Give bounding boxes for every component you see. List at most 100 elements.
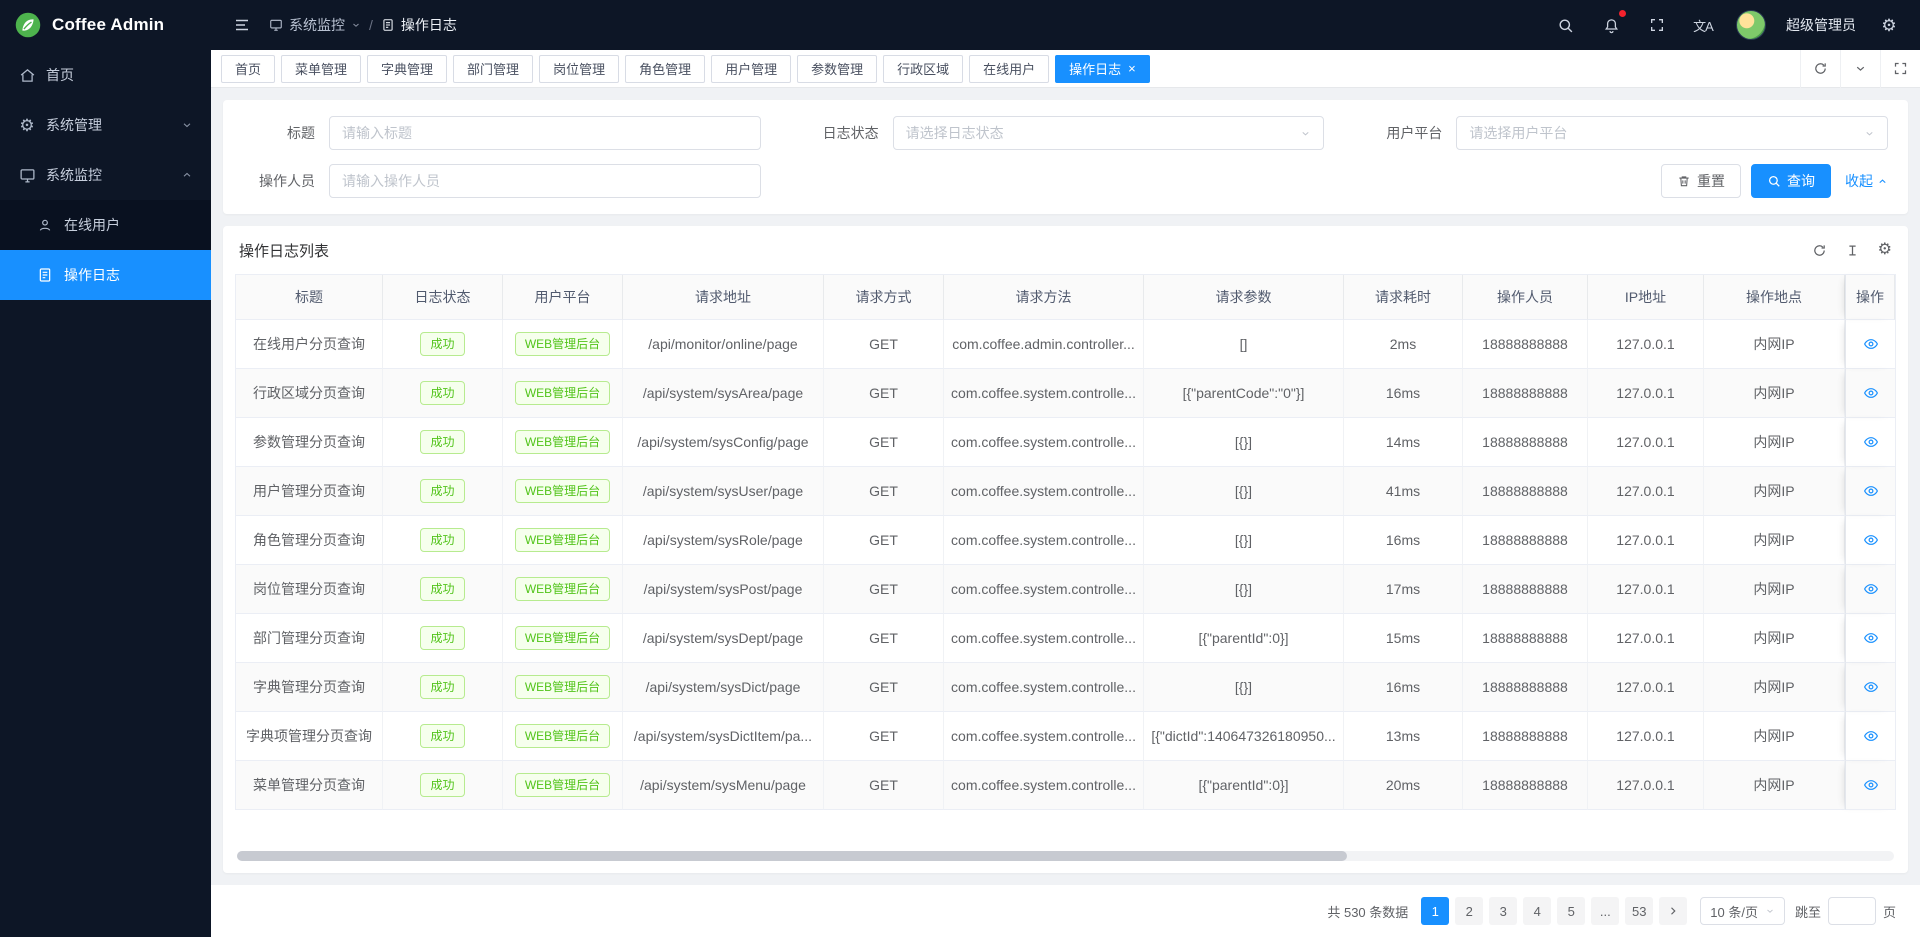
page-button[interactable]: 5 bbox=[1557, 897, 1585, 925]
cell-platform: WEB管理后台 bbox=[503, 663, 623, 712]
view-detail-eye-button[interactable] bbox=[1863, 777, 1879, 793]
cell-params: [{}] bbox=[1144, 516, 1344, 565]
tab[interactable]: 参数管理 × bbox=[797, 55, 877, 83]
settings-gear-icon[interactable]: ⚙ bbox=[1876, 12, 1902, 38]
view-detail-eye-button[interactable] bbox=[1863, 630, 1879, 646]
tab[interactable]: 在线用户 × bbox=[969, 55, 1049, 83]
page-ellipsis[interactable]: ... bbox=[1591, 897, 1619, 925]
platform-select[interactable]: 请选择用户平台 bbox=[1456, 116, 1888, 150]
view-detail-eye-button[interactable] bbox=[1863, 581, 1879, 597]
next-page-button[interactable] bbox=[1659, 897, 1687, 925]
table-refresh-icon[interactable] bbox=[1812, 243, 1827, 258]
tab[interactable]: 用户管理 × bbox=[711, 55, 791, 83]
content-fullscreen-icon[interactable] bbox=[1880, 50, 1920, 88]
tab-label: 字典管理 bbox=[381, 59, 433, 78]
page-button[interactable]: 2 bbox=[1455, 897, 1483, 925]
cell-params: [{"dictId":140647326180950... bbox=[1144, 712, 1344, 761]
chevron-down-icon bbox=[1300, 128, 1311, 139]
page-button[interactable]: 3 bbox=[1489, 897, 1517, 925]
cell-title: 角色管理分页查询 bbox=[236, 516, 383, 565]
collapse-toggle[interactable]: 收起 bbox=[1845, 171, 1888, 191]
page-size-select[interactable]: 10 条/页 bbox=[1700, 897, 1785, 925]
table-card-header: 操作日志列表 ⚙ bbox=[235, 226, 1896, 274]
monitor-icon bbox=[18, 166, 36, 184]
cell-duration: 41ms bbox=[1344, 467, 1463, 516]
cell-operator: 18888888888 bbox=[1463, 663, 1588, 712]
document-icon bbox=[381, 18, 395, 32]
cell-operator: 18888888888 bbox=[1463, 761, 1588, 810]
tab[interactable]: 岗位管理 × bbox=[539, 55, 619, 83]
sidebar-item-system-monitor[interactable]: 系统监控 bbox=[0, 150, 211, 200]
table-density-icon[interactable] bbox=[1845, 243, 1860, 258]
tab[interactable]: 行政区域 × bbox=[883, 55, 963, 83]
notification-badge bbox=[1619, 10, 1626, 17]
tab[interactable]: 角色管理 × bbox=[625, 55, 705, 83]
table-header-row: 标题日志状态用户平台请求地址请求方式请求方法请求参数请求耗时操作人员IP地址操作… bbox=[236, 275, 1895, 320]
cell-location: 内网IP bbox=[1704, 418, 1845, 467]
view-detail-eye-button[interactable] bbox=[1863, 434, 1879, 450]
platform-tag: WEB管理后台 bbox=[515, 381, 610, 405]
page-button[interactable]: 4 bbox=[1523, 897, 1551, 925]
collapse-label: 收起 bbox=[1845, 171, 1873, 191]
breadcrumb-label: 操作日志 bbox=[401, 15, 457, 35]
cell-duration: 14ms bbox=[1344, 418, 1463, 467]
jump-page-input[interactable] bbox=[1828, 897, 1876, 925]
tabs-refresh-icon[interactable] bbox=[1800, 50, 1840, 88]
notification-bell-icon[interactable] bbox=[1598, 12, 1624, 38]
status-select[interactable]: 请选择日志状态 bbox=[893, 116, 1325, 150]
cell-request-method: GET bbox=[824, 565, 944, 614]
chevron-down-icon bbox=[181, 119, 193, 131]
cell-request-url: /api/system/sysUser/page bbox=[623, 467, 824, 516]
status-label: 日志状态 bbox=[807, 123, 879, 143]
sidebar-item-operation-log[interactable]: 操作日志 bbox=[0, 250, 211, 300]
view-detail-eye-button[interactable] bbox=[1863, 679, 1879, 695]
table-row: 菜单管理分页查询 成功 WEB管理后台 /api/system/sysMenu/… bbox=[236, 761, 1895, 810]
reset-button[interactable]: 重置 bbox=[1661, 164, 1741, 198]
sidebar-item-home[interactable]: 首页 bbox=[0, 50, 211, 100]
cell-ip: 127.0.0.1 bbox=[1588, 663, 1704, 712]
cell-request-method: GET bbox=[824, 712, 944, 761]
cell-duration: 2ms bbox=[1344, 320, 1463, 369]
sidebar-collapse-button[interactable] bbox=[229, 12, 255, 38]
filter-actions: 重置 查询 收起 bbox=[807, 164, 1888, 198]
breadcrumb-operation-log: 操作日志 bbox=[381, 15, 457, 35]
cell-status: 成功 bbox=[383, 418, 503, 467]
platform-label: 用户平台 bbox=[1370, 123, 1442, 143]
tab[interactable]: 首页 × bbox=[221, 55, 275, 83]
cell-params: [] bbox=[1144, 320, 1344, 369]
status-tag: 成功 bbox=[420, 528, 464, 552]
language-translate-icon[interactable]: 文A bbox=[1690, 12, 1716, 38]
title-input[interactable] bbox=[329, 116, 761, 150]
cell-status: 成功 bbox=[383, 614, 503, 663]
tab[interactable]: 菜单管理 × bbox=[281, 55, 361, 83]
view-detail-eye-button[interactable] bbox=[1863, 385, 1879, 401]
platform-tag: WEB管理后台 bbox=[515, 773, 610, 797]
sidebar-item-system-management[interactable]: ⚙ 系统管理 bbox=[0, 100, 211, 150]
search-button[interactable]: 查询 bbox=[1751, 164, 1831, 198]
view-detail-eye-button[interactable] bbox=[1863, 728, 1879, 744]
tab-close-icon[interactable]: × bbox=[1128, 62, 1136, 75]
tab[interactable]: 字典管理 × bbox=[367, 55, 447, 83]
table-settings-gear-icon[interactable]: ⚙ bbox=[1878, 242, 1892, 258]
view-detail-eye-button[interactable] bbox=[1863, 532, 1879, 548]
horizontal-scrollbar-thumb[interactable] bbox=[237, 851, 1347, 861]
search-icon[interactable] bbox=[1552, 12, 1578, 38]
cell-action bbox=[1845, 614, 1895, 663]
breadcrumb-system-monitor[interactable]: 系统监控 bbox=[269, 15, 361, 35]
cell-title: 字典管理分页查询 bbox=[236, 663, 383, 712]
view-detail-eye-button[interactable] bbox=[1863, 336, 1879, 352]
operator-input[interactable] bbox=[329, 164, 761, 198]
page-button[interactable]: 1 bbox=[1421, 897, 1449, 925]
cell-handler: com.coffee.system.controlle... bbox=[944, 369, 1144, 418]
tab[interactable]: 操作日志 × bbox=[1055, 55, 1150, 83]
tab[interactable]: 部门管理 × bbox=[453, 55, 533, 83]
view-detail-eye-button[interactable] bbox=[1863, 483, 1879, 499]
page-button[interactable]: 53 bbox=[1625, 897, 1653, 925]
tabs-menu-chevron-down-icon[interactable] bbox=[1840, 50, 1880, 88]
fullscreen-icon[interactable] bbox=[1644, 12, 1670, 38]
user-avatar[interactable] bbox=[1736, 10, 1766, 40]
cell-ip: 127.0.0.1 bbox=[1588, 761, 1704, 810]
gear-icon: ⚙ bbox=[18, 116, 36, 134]
sidebar-item-online-users[interactable]: 在线用户 bbox=[0, 200, 211, 250]
cell-location: 内网IP bbox=[1704, 712, 1845, 761]
